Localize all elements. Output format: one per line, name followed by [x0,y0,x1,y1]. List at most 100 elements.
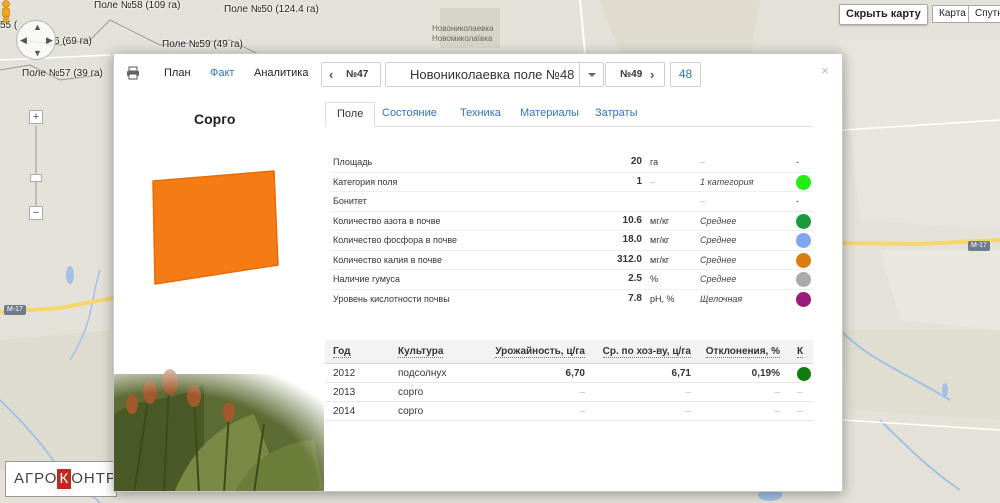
map-pan-control[interactable]: ▲ ▼ ◀ ▶ [16,20,56,60]
property-name: Наличие гумуса [333,274,400,284]
zoom-slider-thumb[interactable] [30,174,42,182]
tab-materials[interactable]: Материалы [520,102,579,127]
property-unit: % [650,274,659,284]
chevron-right-icon: › [650,67,655,82]
status-indicator-dot [796,174,811,190]
property-row: Категория поля 1 – 1 категория [330,173,813,192]
agrokontrol-logo: АГРОКОНТРОЛ [5,461,117,497]
property-name: Уровень кислотности почвы [333,293,450,304]
property-note: 1 категория [700,176,754,187]
property-unit: мг/кг [650,215,670,226]
property-note: Среднее [700,215,737,226]
field-number-link[interactable]: 48 [670,62,701,87]
property-value: 2.5 [628,273,642,284]
property-row: Бонитет – - [330,192,813,212]
town-label: Новомиколаївка [432,34,493,43]
cell-yield: – [579,387,585,398]
map-type-map-button[interactable]: Карта [932,5,973,23]
prev-field-button[interactable]: ‹ №47 [321,62,381,87]
property-value: 10.6 [622,214,642,226]
table-header: Год Культура Урожайность, ц/га Ср. по хо… [325,340,813,364]
column-header-farm-average[interactable]: Ср. по хоз-ву, ц/га [602,346,691,358]
property-unit: pH, % [650,293,675,304]
chevron-left-icon: ‹ [329,67,334,82]
chevron-down-icon[interactable] [579,63,603,86]
status-indicator-dot [796,291,811,307]
cell-k: – [797,406,803,417]
map-field-label: Поле №57 (39 га) [22,68,103,79]
tab-machinery[interactable]: Техника [460,102,501,127]
town-label: Новониколаевка [432,24,494,33]
next-field-button[interactable]: №49 › [605,62,665,87]
cell-farm-average: – [685,406,691,417]
property-value: 7.8 [628,292,642,304]
column-header-crop[interactable]: Культура [398,346,444,358]
logo-k: К [57,469,72,489]
pan-right-icon[interactable]: ▶ [46,36,53,45]
property-row: Количество фосфора в почве 18.0 мг/кг Ср… [330,231,813,251]
zoom-track[interactable] [35,126,37,208]
zoom-out-button[interactable]: − [29,206,43,220]
cell-yield: – [579,406,585,417]
cell-deviation: 0,19% [751,368,780,379]
next-field-label: №49 [620,69,643,80]
pan-left-icon[interactable]: ◀ [20,36,27,45]
nav-analytics-link[interactable]: Аналитика [254,67,308,79]
column-header-k[interactable]: К [797,346,804,358]
cell-crop: подсолнух [398,368,447,379]
table-row: 2014 сорго – – – – [325,402,813,421]
table-row: 2012 подсолнух 6,70 6,71 0,19% [325,364,813,383]
status-indicator-dot [796,233,811,248]
print-icon[interactable] [126,66,140,80]
cell-k: – [797,387,803,398]
nav-plan-link[interactable]: План [164,67,191,79]
street-view-pegman-icon[interactable] [0,0,12,24]
nav-fact-link[interactable]: Факт [210,67,234,79]
tab-costs[interactable]: Затраты [595,102,638,127]
pan-up-icon[interactable]: ▲ [33,23,42,32]
property-value: 20 [630,156,642,167]
map-field-label: 6 (69 га) [54,36,92,47]
cell-year: 2013 [333,387,356,398]
field-shape-image [152,170,279,285]
property-unit: – [650,176,656,187]
logo-suffix: ОНТРОЛ [71,470,117,487]
cell-deviation: – [774,387,780,398]
property-name: Количество калия в почве [333,254,442,265]
map-field-label: Поле №50 (124.4 га) [224,4,319,15]
status-indicator-dot [796,272,811,287]
close-icon[interactable]: × [821,63,829,78]
property-value: 18.0 [622,234,642,245]
property-row: Количество азота в почве 10.6 мг/кг Сред… [330,212,813,231]
crop-history-table: Год Культура Урожайность, ц/га Ср. по хо… [325,340,813,421]
zoom-in-button[interactable]: + [29,110,43,124]
sorghum-crop-image [114,354,324,491]
tab-state[interactable]: Состояние [382,102,437,127]
cell-year: 2014 [333,406,356,417]
property-row: Наличие гумуса 2.5 % Среднее [330,270,813,290]
property-name: Количество фосфора в почве [333,235,458,245]
field-info-modal: План Факт Аналитика ‹ №47 Новониколаевка… [113,53,843,492]
map-field-label: Поле №58 (109 га) [94,0,181,11]
field-select[interactable]: Новониколаевка поле №48 [385,62,604,87]
property-unit: га [650,157,659,167]
property-note: – [700,196,706,206]
pan-down-icon[interactable]: ▼ [33,49,42,58]
column-header-deviation[interactable]: Отклонения, % [705,346,780,358]
status-indicator-dot [796,252,811,268]
property-name: Площадь [333,157,373,167]
property-note: Среднее [700,254,737,265]
property-name: Категория поля [333,176,398,187]
tab-field[interactable]: Поле [325,102,376,127]
map-type-satellite-button[interactable]: Спутн [968,5,1000,23]
property-note: Среднее [700,274,737,284]
table-row: 2013 сорго – – – – [325,383,813,402]
property-indicator: - [796,196,799,206]
hide-map-button[interactable]: Скрыть карту [839,4,928,25]
road-shield: M-17 [968,241,990,251]
field-select-value: Новониколаевка поле №48 [410,67,575,82]
prev-field-label: №47 [346,69,369,80]
column-header-yield[interactable]: Урожайность, ц/га [495,346,585,358]
column-header-year[interactable]: Год [333,346,351,358]
property-note: Среднее [700,235,737,245]
